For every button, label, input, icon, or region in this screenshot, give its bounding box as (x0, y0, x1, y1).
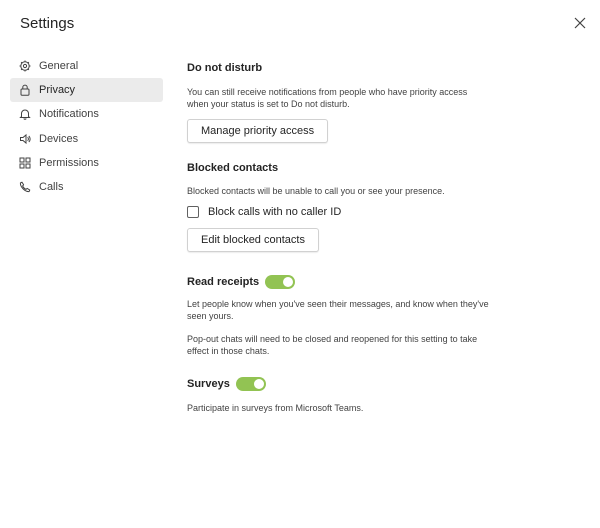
surveys-title: Surveys (187, 378, 230, 390)
read-receipts-toggle[interactable] (265, 275, 296, 289)
sidebar-item-devices[interactable]: Devices (10, 127, 163, 151)
sidebar-item-general[interactable]: General (10, 54, 163, 78)
surveys-description: Participate in surveys from Microsoft Te… (187, 403, 364, 413)
read-receipts-description: Let people know when you've seen their m… (187, 298, 507, 322)
phone-icon (19, 181, 31, 193)
close-button[interactable] (574, 17, 588, 31)
sidebar-item-privacy[interactable]: Privacy (10, 78, 163, 103)
surveys-row: Surveys (187, 377, 507, 391)
sidebar-item-notifications[interactable]: Notifications (10, 102, 163, 126)
blocked-contacts-title: Blocked contacts (187, 162, 279, 174)
sidebar: General Privacy Notifications Devices Pe… (10, 54, 163, 199)
sidebar-item-permissions[interactable]: Permissions (10, 151, 163, 175)
dnd-desc-line2: when your status is set to Do not distur… (187, 99, 350, 109)
read-receipts-title: Read receipts (187, 276, 260, 288)
read-receipts-desc1-line2: seen yours. (187, 311, 234, 321)
sidebar-item-label: Devices (39, 132, 79, 145)
dnd-description: You can still receive notifications from… (187, 86, 507, 110)
speaker-icon (19, 133, 31, 145)
sidebar-item-calls[interactable]: Calls (10, 175, 163, 199)
read-receipts-desc1-line1: Let people know when you've seen their m… (187, 299, 489, 309)
toggle-knob (253, 379, 264, 389)
dnd-desc-line1: You can still receive notifications from… (187, 87, 468, 97)
sidebar-item-label: Notifications (39, 108, 99, 121)
sidebar-item-label: Privacy (39, 84, 76, 97)
sidebar-item-label: General (39, 60, 79, 72)
toggle-knob (283, 277, 294, 287)
blocked-contacts-description: Blocked contacts will be unable to call … (187, 186, 445, 196)
lock-icon (19, 84, 31, 96)
edit-blocked-contacts-button[interactable]: Edit blocked contacts (187, 228, 319, 252)
popout-note-line1: Pop-out chats will need to be closed and… (187, 334, 478, 344)
settings-content: Do not disturb You can still receive not… (187, 62, 507, 414)
grid-icon (19, 157, 31, 169)
surveys-toggle[interactable] (235, 377, 266, 391)
bell-icon (19, 108, 31, 121)
sidebar-item-label: Calls (39, 180, 64, 193)
popout-chats-note: Pop-out chats will need to be closed and… (187, 333, 507, 357)
popout-note-line2: effect in those chats. (187, 346, 270, 356)
dnd-title: Do not disturb (187, 62, 263, 74)
block-no-caller-id-checkbox[interactable] (187, 206, 199, 218)
block-no-caller-id-row: Block calls with no caller ID (187, 206, 507, 218)
close-icon (574, 17, 586, 29)
sidebar-item-label: Permissions (39, 156, 99, 169)
read-receipts-row: Read receipts (187, 275, 507, 289)
gear-icon (19, 60, 31, 72)
page-title: Settings (20, 15, 75, 32)
manage-priority-access-button[interactable]: Manage priority access (187, 119, 329, 143)
block-no-caller-id-label: Block calls with no caller ID (208, 206, 342, 218)
